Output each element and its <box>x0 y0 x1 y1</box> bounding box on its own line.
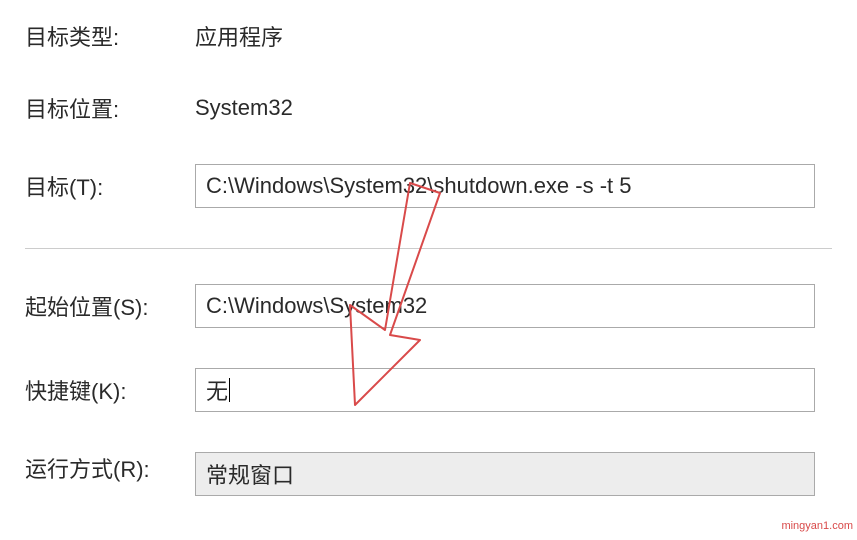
shortcut-key-input[interactable]: 无 <box>195 368 815 412</box>
run-select[interactable]: 常规窗口 <box>195 452 815 496</box>
target-input[interactable]: C:\Windows\System32\shutdown.exe -s -t 5 <box>195 164 815 208</box>
target-label: 目标(T): <box>25 170 195 202</box>
start-in-row: 起始位置(S): C:\Windows\System32 <box>25 284 832 328</box>
shortcut-key-value: 无 <box>206 374 228 406</box>
target-type-value: 应用程序 <box>195 20 283 52</box>
target-row: 目标(T): C:\Windows\System32\shutdown.exe … <box>25 164 832 208</box>
run-label: 运行方式(R): <box>25 452 195 484</box>
target-location-row: 目标位置: System32 <box>25 92 832 124</box>
run-value: 常规窗口 <box>206 458 294 490</box>
target-location-label: 目标位置: <box>25 92 195 124</box>
start-in-input[interactable]: C:\Windows\System32 <box>195 284 815 328</box>
start-in-value: C:\Windows\System32 <box>206 293 427 319</box>
run-row: 运行方式(R): 常规窗口 <box>25 452 832 496</box>
start-in-label: 起始位置(S): <box>25 290 195 322</box>
target-type-row: 目标类型: 应用程序 <box>25 20 832 52</box>
shortcut-key-label: 快捷键(K): <box>25 374 195 406</box>
watermark-text: mingyan1.com <box>781 520 853 532</box>
shortcut-key-row: 快捷键(K): 无 <box>25 368 832 412</box>
section-divider <box>25 248 832 249</box>
target-location-value: System32 <box>195 95 293 121</box>
text-cursor <box>229 378 230 402</box>
target-type-label: 目标类型: <box>25 20 195 52</box>
target-value: C:\Windows\System32\shutdown.exe -s -t 5 <box>206 173 632 199</box>
